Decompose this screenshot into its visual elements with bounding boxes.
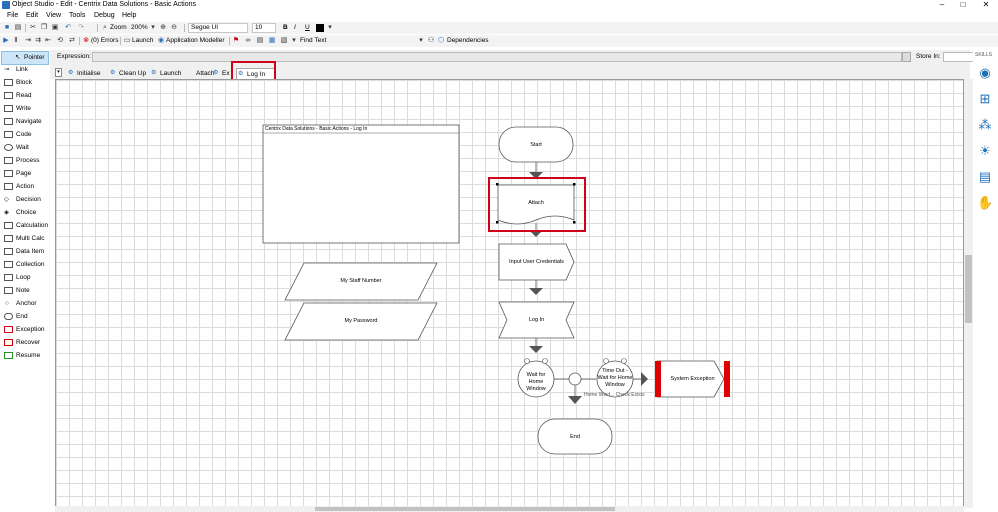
skills-label: SKILLS [975, 52, 992, 58]
end-label: End [570, 434, 580, 440]
lightbulb-icon[interactable]: ☀ [977, 143, 993, 159]
horizontal-scrollbar[interactable] [55, 506, 964, 512]
vertical-scrollbar[interactable] [964, 79, 973, 508]
anchor-node [568, 372, 582, 386]
attach-highlight [488, 177, 586, 232]
document-icon[interactable]: ▤ [977, 169, 993, 185]
vertical-scroll-thumb[interactable] [965, 255, 972, 323]
people-icon[interactable]: ⁂ [977, 117, 993, 133]
horizontal-scroll-thumb[interactable] [315, 507, 615, 511]
start-label: Start [530, 142, 542, 148]
staff-number-label: My Staff Number [340, 278, 382, 284]
system-exception-label: System Exception [670, 376, 715, 382]
eye-icon[interactable]: ◉ [977, 65, 993, 81]
flow-diagram [262, 124, 730, 455]
hand-icon[interactable]: ✋ [977, 195, 993, 211]
wait-home-label: Wait for Home Window [526, 372, 546, 392]
timeout-label: Time Out - Wait for Home Window [597, 368, 633, 388]
input-credentials-label: Input User Credentials [509, 259, 564, 265]
home-check-label: Home Wind... Check Exists [584, 392, 645, 398]
page-block [262, 124, 460, 244]
password-label: My Password [344, 318, 378, 324]
block-title: Centrix Data Solutions - Basic Actions -… [265, 126, 368, 132]
skills-panel: SKILLS ◉ ⊞ ⁂ ☀ ▤ ✋ [973, 49, 998, 512]
chart-icon[interactable]: ⊞ [977, 91, 993, 107]
log-in-label: Log In [528, 317, 545, 323]
